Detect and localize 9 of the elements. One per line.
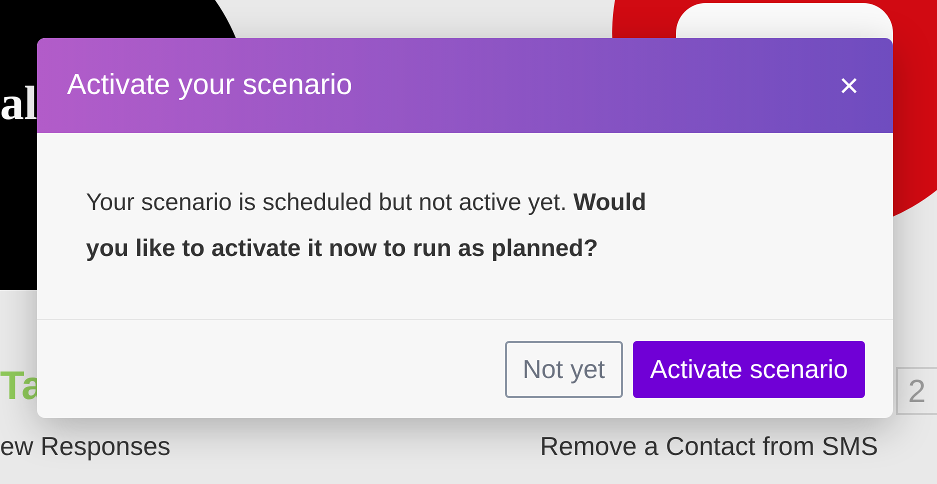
cancel-button[interactable]: Not yet	[504, 340, 624, 398]
dialog-title: Activate your scenario	[67, 68, 352, 103]
dialog-message: Your scenario is scheduled but not active yet. Would you like to activate it now to run as planned?	[86, 188, 648, 264]
logo-text: al	[0, 80, 38, 128]
count-badge: 2	[896, 367, 937, 415]
close-button[interactable]: ×	[839, 68, 859, 102]
card-title: Remove a Contact from SMS	[540, 433, 878, 459]
card-title: ew Responses	[0, 433, 171, 459]
activate-button[interactable]: Activate scenario	[633, 340, 865, 398]
